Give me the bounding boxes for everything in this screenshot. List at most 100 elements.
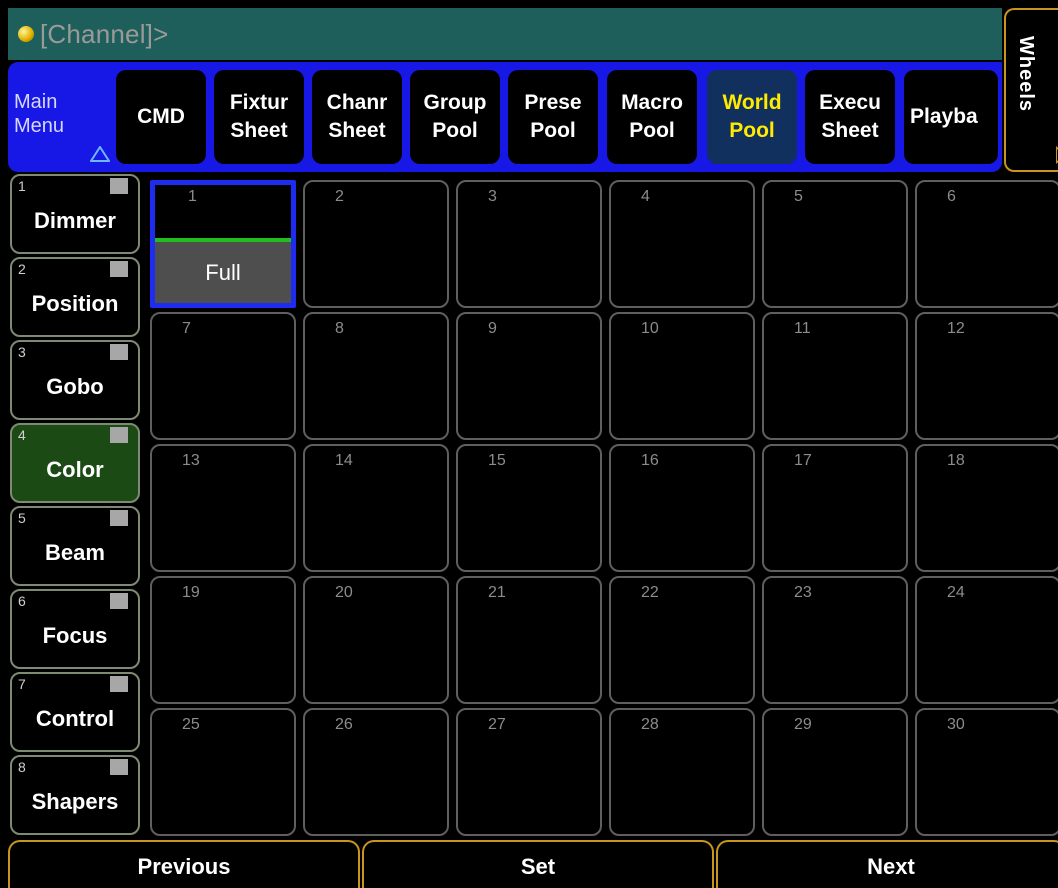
preset-type-control[interactable]: 7 Control [10, 672, 140, 752]
pool-cell-25[interactable]: 25 [150, 708, 296, 836]
pool-cell-29[interactable]: 29 [762, 708, 908, 836]
menu-channel-sheet[interactable]: Chanr Sheet [312, 70, 402, 164]
pool-cell-number: 2 [335, 188, 344, 205]
pool-cell-number: 3 [488, 188, 497, 205]
menu-group-pool-line2: Pool [432, 119, 478, 142]
pool-cell-1[interactable]: 1 Full [150, 180, 296, 308]
pool-cell-16[interactable]: 16 [609, 444, 755, 572]
menu-fixture-sheet[interactable]: Fixtur Sheet [214, 70, 304, 164]
preset-type-shapers[interactable]: 8 Shapers [10, 755, 140, 835]
pool-cell-number: 9 [488, 320, 497, 337]
status-square-icon [110, 759, 128, 775]
status-square-icon [110, 344, 128, 360]
menu-fixture-sheet-line2: Sheet [230, 119, 288, 142]
menu-cmd[interactable]: CMD [116, 70, 206, 164]
preset-type-number: 4 [18, 427, 26, 443]
command-line[interactable]: [Channel]> [8, 8, 1002, 60]
pool-cell-number: 21 [488, 584, 506, 601]
main-menu-label-line2: Menu [14, 115, 65, 137]
preset-type-color[interactable]: 4 Color [10, 423, 140, 503]
pool-cell-2[interactable]: 2 [303, 180, 449, 308]
set-label: Set [520, 854, 556, 879]
pool-cell-19[interactable]: 19 [150, 576, 296, 704]
pool-cell-number: 16 [641, 452, 659, 469]
pool-cell-number: 23 [794, 584, 812, 601]
pool-cell-number: 26 [335, 716, 353, 733]
pool-cell-9[interactable]: 9 [456, 312, 602, 440]
pool-cell-27[interactable]: 27 [456, 708, 602, 836]
wheels-tab[interactable]: Wheels [1004, 8, 1058, 172]
menu-macro-pool-line1: Macro [621, 91, 683, 114]
menu-executor-sheet-line1: Execu [819, 91, 881, 114]
next-button[interactable]: Next [716, 840, 1058, 888]
preset-type-focus[interactable]: 6 Focus [10, 589, 140, 669]
previous-label: Previous [137, 854, 231, 879]
preset-type-label: Shapers [31, 789, 119, 814]
menu-executor-sheet[interactable]: Execu Sheet [805, 70, 895, 164]
wheels-label: Wheels [1015, 36, 1037, 113]
pool-cell-14[interactable]: 14 [303, 444, 449, 572]
menu-cmd-label: CMD [137, 105, 185, 128]
menu-world-pool-line1: World [722, 91, 782, 114]
status-square-icon [110, 676, 128, 692]
pool-cell-number: 1 [188, 188, 197, 205]
menu-playback-label: Playba [910, 105, 978, 128]
previous-button[interactable]: Previous [8, 840, 360, 888]
preset-type-number: 6 [18, 593, 26, 609]
status-square-icon [110, 261, 128, 277]
pool-cell-label: Full [155, 242, 291, 303]
pool-cell-number: 10 [641, 320, 659, 337]
preset-type-dimmer[interactable]: 1 Dimmer [10, 174, 140, 254]
preset-type-label: Dimmer [34, 208, 116, 233]
pool-cell-18[interactable]: 18 [915, 444, 1058, 572]
pool-cell-30[interactable]: 30 [915, 708, 1058, 836]
status-square-icon [110, 510, 128, 526]
menu-macro-pool[interactable]: Macro Pool [607, 70, 697, 164]
pool-cell-20[interactable]: 20 [303, 576, 449, 704]
pool-cell-7[interactable]: 7 [150, 312, 296, 440]
preset-type-position[interactable]: 2 Position [10, 257, 140, 337]
pool-cell-21[interactable]: 21 [456, 576, 602, 704]
pool-cell-23[interactable]: 23 [762, 576, 908, 704]
menu-world-pool-line2: Pool [729, 119, 775, 142]
pool-cell-13[interactable]: 13 [150, 444, 296, 572]
preset-type-number: 8 [18, 759, 26, 775]
preset-type-label: Control [35, 706, 115, 731]
menu-playback[interactable]: Playba [904, 70, 998, 164]
pool-cell-6[interactable]: 6 [915, 180, 1058, 308]
pool-cell-number: 5 [794, 188, 803, 205]
pool-cell-17[interactable]: 17 [762, 444, 908, 572]
pool-cell-number: 29 [794, 716, 812, 733]
preset-type-number: 3 [18, 344, 26, 360]
pool-cell-11[interactable]: 11 [762, 312, 908, 440]
preset-type-gobo[interactable]: 3 Gobo [10, 340, 140, 420]
set-button[interactable]: Set [362, 840, 714, 888]
status-dot-icon [18, 26, 34, 42]
pool-cell-26[interactable]: 26 [303, 708, 449, 836]
main-menu-label-line1: Main [14, 91, 58, 113]
pool-cell-number: 6 [947, 188, 956, 205]
pool-cell-5[interactable]: 5 [762, 180, 908, 308]
command-line-text: [Channel]> [40, 18, 169, 49]
preset-type-label: Focus [42, 623, 108, 648]
pool-cell-number: 11 [794, 320, 811, 337]
pool-cell-8[interactable]: 8 [303, 312, 449, 440]
menu-world-pool[interactable]: World Pool [707, 70, 797, 164]
pool-cell-number: 4 [641, 188, 650, 205]
main-menu-button[interactable]: Main Menu [14, 90, 110, 162]
pool-cell-10[interactable]: 10 [609, 312, 755, 440]
pool-cell-24[interactable]: 24 [915, 576, 1058, 704]
pool-cell-22[interactable]: 22 [609, 576, 755, 704]
pool-cell-4[interactable]: 4 [609, 180, 755, 308]
pool-cell-28[interactable]: 28 [609, 708, 755, 836]
pool-cell-number: 14 [335, 452, 353, 469]
menu-bar: Main Menu CMD Fixtur Sheet Chanr Sheet G… [8, 62, 1002, 172]
status-square-icon [110, 178, 128, 194]
pool-cell-12[interactable]: 12 [915, 312, 1058, 440]
pool-cell-3[interactable]: 3 [456, 180, 602, 308]
menu-group-pool[interactable]: Group Pool [410, 70, 500, 164]
pool-cell-15[interactable]: 15 [456, 444, 602, 572]
menu-preset-pool[interactable]: Prese Pool [508, 70, 598, 164]
menu-fixture-sheet-line1: Fixtur [229, 91, 289, 114]
preset-type-beam[interactable]: 5 Beam [10, 506, 140, 586]
